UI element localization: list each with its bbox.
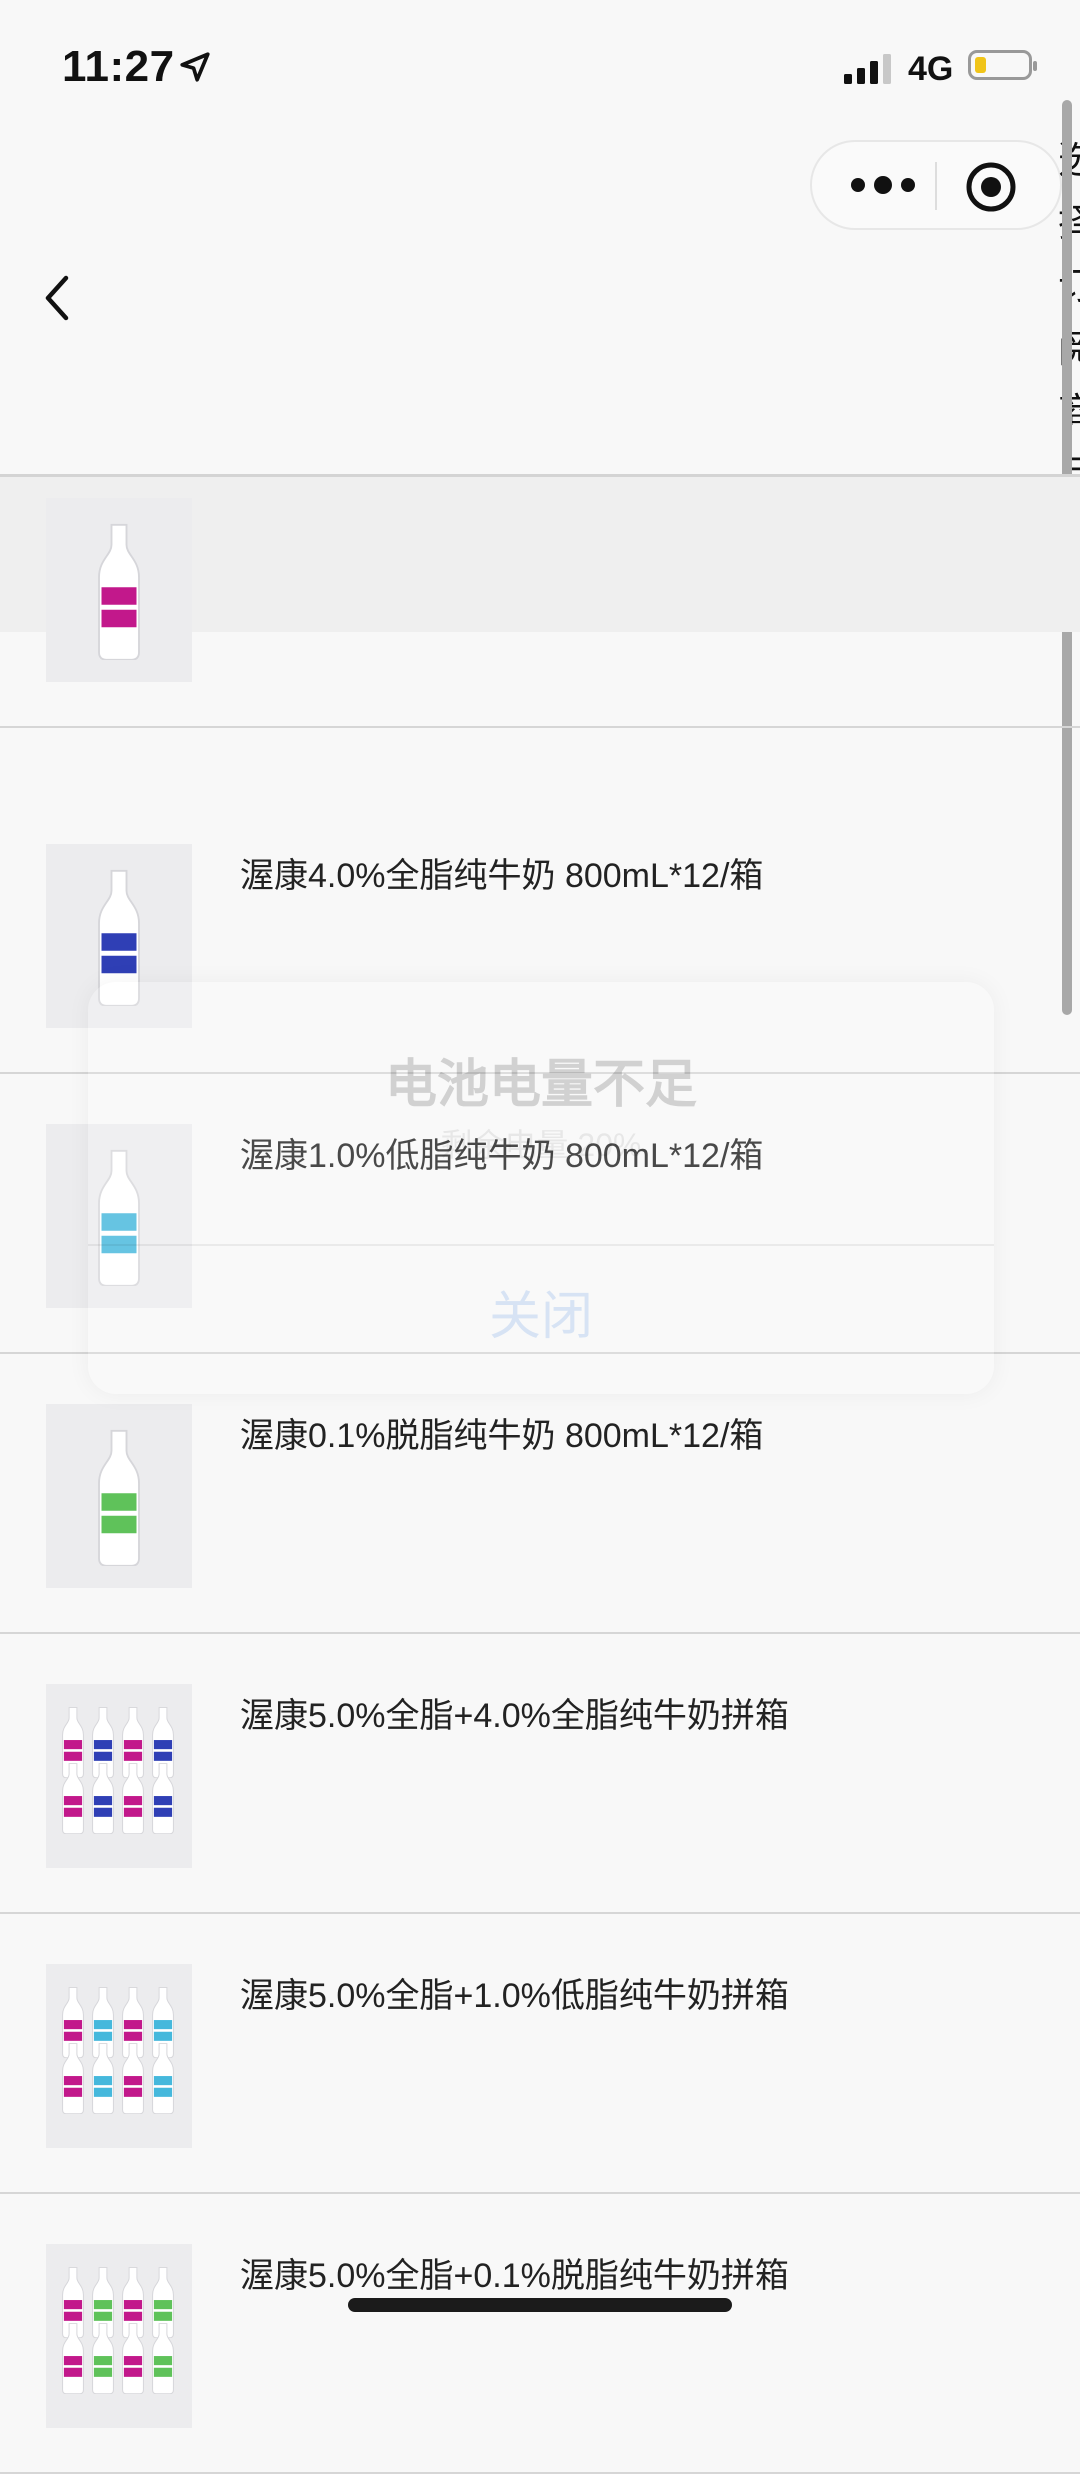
- product-row[interactable]: 渥康0.1%脱脂纯牛奶 800mL*12/箱: [0, 1356, 1080, 1634]
- milk-bottle-icon: [98, 523, 140, 660]
- battery-level: [975, 57, 986, 73]
- milk-bottle-icon: [152, 2043, 174, 2114]
- milk-bottle-icon: [92, 2323, 114, 2394]
- dialog-divider: [88, 1244, 994, 1246]
- status-time: 11:27: [62, 42, 175, 91]
- low-battery-dialog: 电池电量不足 剩余电量 20% 关闭: [88, 982, 994, 1394]
- home-indicator[interactable]: [348, 2298, 732, 2312]
- row-divider: [0, 726, 1080, 728]
- product-name: 渥康0.1%脱脂纯牛奶 800mL*12/箱: [240, 1417, 764, 1455]
- product-name: 渥康5.0%全脂+4.0%全脂纯牛奶拼箱: [240, 1697, 789, 1735]
- product-row[interactable]: 渥康5.0%全脂+4.0%全脂纯牛奶拼箱: [0, 1636, 1080, 1914]
- milk-bottle-icon: [62, 1763, 84, 1834]
- product-name: 渥康5.0%全脂+1.0%低脂纯牛奶拼箱: [240, 1977, 789, 2015]
- milk-bottle-icon: [92, 2043, 114, 2114]
- product-thumbnail: [46, 1404, 192, 1588]
- product-row[interactable]: 渥康5.0%全脂+1.0%低脂纯牛奶拼箱: [0, 1916, 1080, 2194]
- status-bar: 11:27 4G: [0, 0, 1080, 130]
- product-thumbnail: [46, 498, 192, 682]
- milk-bottle-icon: [152, 2323, 174, 2394]
- dialog-message: 剩余电量 20%: [440, 1127, 642, 1163]
- product-name: 渥康4.0%全脂纯牛奶 800mL*12/箱: [240, 857, 764, 895]
- milk-bottle-icon: [98, 1429, 140, 1566]
- product-thumbnail: [46, 2244, 192, 2428]
- dialog-title: 电池电量不足: [384, 1056, 697, 1114]
- signal-strength-icon: [844, 54, 891, 84]
- capsule-divider: [935, 162, 937, 210]
- milk-bottle-icon: [122, 2043, 144, 2114]
- milk-bottle-icon: [152, 1763, 174, 1834]
- milk-bottle-icon: [62, 2323, 84, 2394]
- network-type: 4G: [908, 50, 954, 88]
- location-arrow-icon: [180, 52, 210, 82]
- milk-bottle-icon: [122, 2323, 144, 2394]
- close-miniprogram-icon[interactable]: [964, 160, 1018, 214]
- product-row[interactable]: [0, 450, 1080, 728]
- product-thumbnail: [46, 1684, 192, 1868]
- milk-bottle-icon: [92, 1763, 114, 1834]
- product-row[interactable]: 渥康5.0%全脂+0.1%脱脂纯牛奶拼箱: [0, 2196, 1080, 2474]
- product-name: 渥康5.0%全脂+0.1%脱脂纯牛奶拼箱: [240, 2257, 789, 2295]
- back-button-icon[interactable]: [36, 270, 80, 326]
- row-divider: [0, 1632, 1080, 1634]
- milk-bottle-icon: [62, 2043, 84, 2114]
- row-divider: [0, 2192, 1080, 2194]
- dialog-close-button[interactable]: 关闭: [88, 1274, 994, 1349]
- milk-bottle-icon: [122, 1763, 144, 1834]
- battery-icon: [968, 50, 1037, 80]
- more-menu-icon[interactable]: [848, 170, 918, 200]
- capsule-menu: [810, 140, 1062, 230]
- product-thumbnail: [46, 1964, 192, 2148]
- row-divider: [0, 1912, 1080, 1914]
